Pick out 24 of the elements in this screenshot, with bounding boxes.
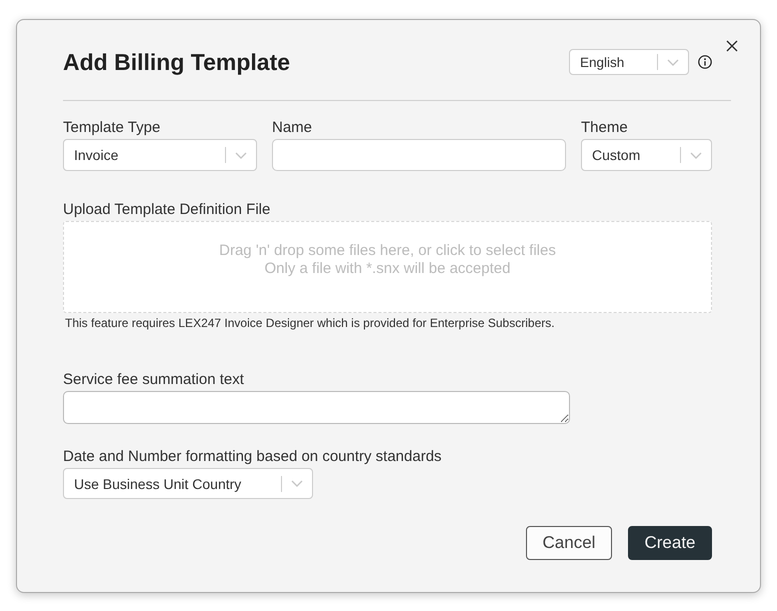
close-button[interactable]: [726, 40, 738, 52]
language-select[interactable]: English: [569, 49, 689, 75]
feature-note: This feature requires LEX247 Invoice Designer which is provided for Enterprise Subscribers.: [65, 315, 555, 331]
drop-hint: Only a file with *.snx will be accepted: [264, 260, 510, 278]
field-label: Date and Number formatting based on country standards: [63, 447, 442, 467]
chevron-down-icon: [235, 152, 247, 158]
field-label: Template Type: [63, 118, 160, 138]
dropdown-select[interactable]: Use Business Unit Country: [63, 468, 313, 499]
dropdown-select[interactable]: Invoice: [63, 139, 257, 171]
chevron-down-icon: [690, 152, 702, 158]
create-button[interactable]: Create: [628, 526, 712, 560]
cancel-button[interactable]: Cancel: [526, 526, 612, 560]
drop-prompt: Drag 'n' drop some files here, or click to select files: [219, 242, 556, 260]
field-label: Service fee summation text: [63, 370, 244, 390]
chevron-down-icon: [667, 58, 679, 66]
text-input[interactable]: [272, 139, 566, 171]
dropdown-select[interactable]: Custom: [581, 139, 712, 171]
field-label: Theme: [581, 118, 628, 138]
field-label: Upload Template Definition File: [63, 200, 270, 220]
info-icon[interactable]: [698, 55, 712, 69]
chevron-down-icon: [291, 480, 303, 487]
dialog-title: Add Billing Template: [63, 48, 290, 77]
field-label: Name: [272, 118, 312, 138]
close-icon: [726, 40, 738, 52]
